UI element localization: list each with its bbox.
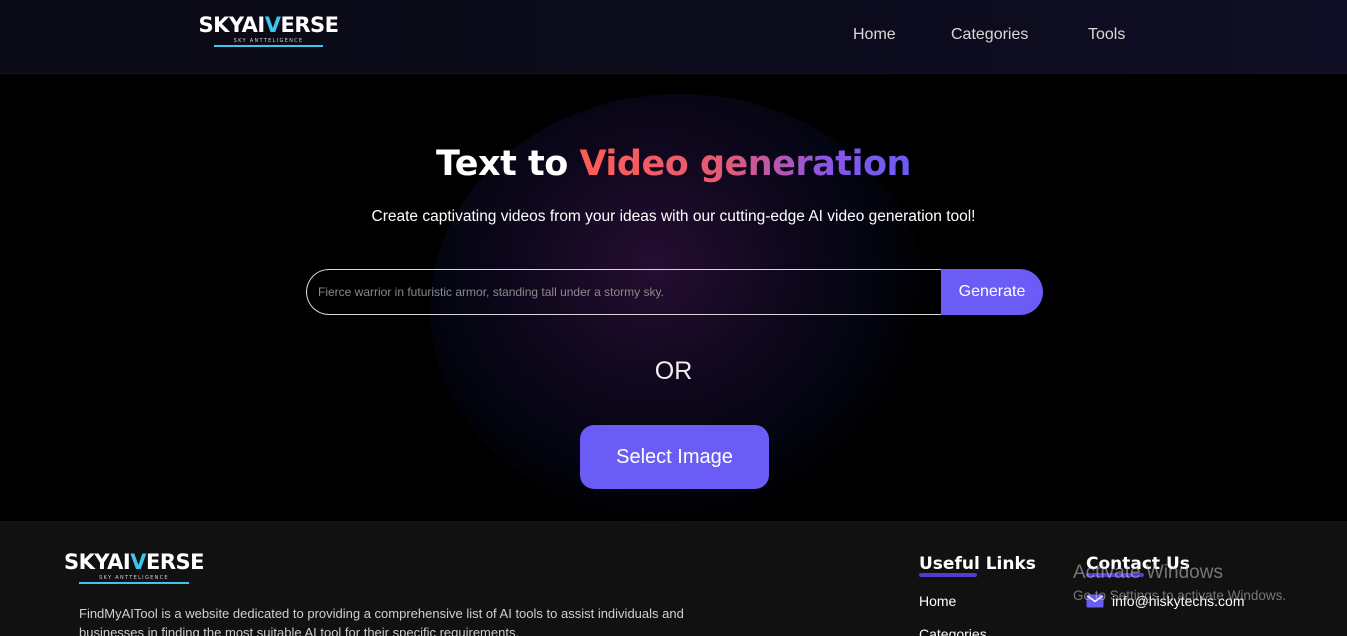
footer-link-categories[interactable]: Categories <box>919 626 987 636</box>
site-logo[interactable]: SKYAIVERSE SKY ANTTELIGENCE <box>199 15 339 47</box>
logo-tagline: SKY ANTTELIGENCE <box>233 38 304 44</box>
prompt-form: Generate <box>306 269 1043 315</box>
site-footer: SKYAIVERSE SKY ANTTELIGENCE FindMyAITool… <box>0 521 1347 636</box>
contact-email[interactable]: info@hiskytechs.com <box>1086 593 1244 609</box>
mail-icon <box>1086 594 1104 608</box>
generate-button[interactable]: Generate <box>941 269 1043 315</box>
or-divider-text: OR <box>654 357 693 385</box>
nav-home[interactable]: Home <box>853 26 896 44</box>
site-header: SKYAIVERSE SKY ANTTELIGENCE Home Categor… <box>0 0 1347 74</box>
nav-categories[interactable]: Categories <box>951 26 1028 44</box>
contact-us-heading: Contact Us <box>1086 554 1190 577</box>
page-title: Text to Video generation <box>436 144 911 184</box>
page-subtitle: Create captivating videos from your idea… <box>371 208 976 225</box>
logo-wordmark: SKYAIVERSE <box>198 13 339 37</box>
footer-logo-underline <box>79 582 189 584</box>
footer-logo-wordmark: SKYAIVERSE <box>64 550 204 574</box>
contact-email-text: info@hiskytechs.com <box>1112 593 1245 609</box>
footer-link-home[interactable]: Home <box>919 593 956 609</box>
prompt-input[interactable] <box>306 269 956 315</box>
logo-underline <box>214 45 323 47</box>
footer-logo-tagline: SKY ANTTELIGENCE <box>99 575 169 581</box>
footer-logo[interactable]: SKYAIVERSE SKY ANTTELIGENCE <box>64 552 204 584</box>
hero-section: Text to Video generation Create captivat… <box>0 74 1347 521</box>
nav-tools[interactable]: Tools <box>1088 26 1125 44</box>
select-image-button[interactable]: Select Image <box>580 425 769 489</box>
useful-links-heading: Useful Links <box>919 554 1036 577</box>
footer-description: FindMyAITool is a website dedicated to p… <box>79 606 684 636</box>
